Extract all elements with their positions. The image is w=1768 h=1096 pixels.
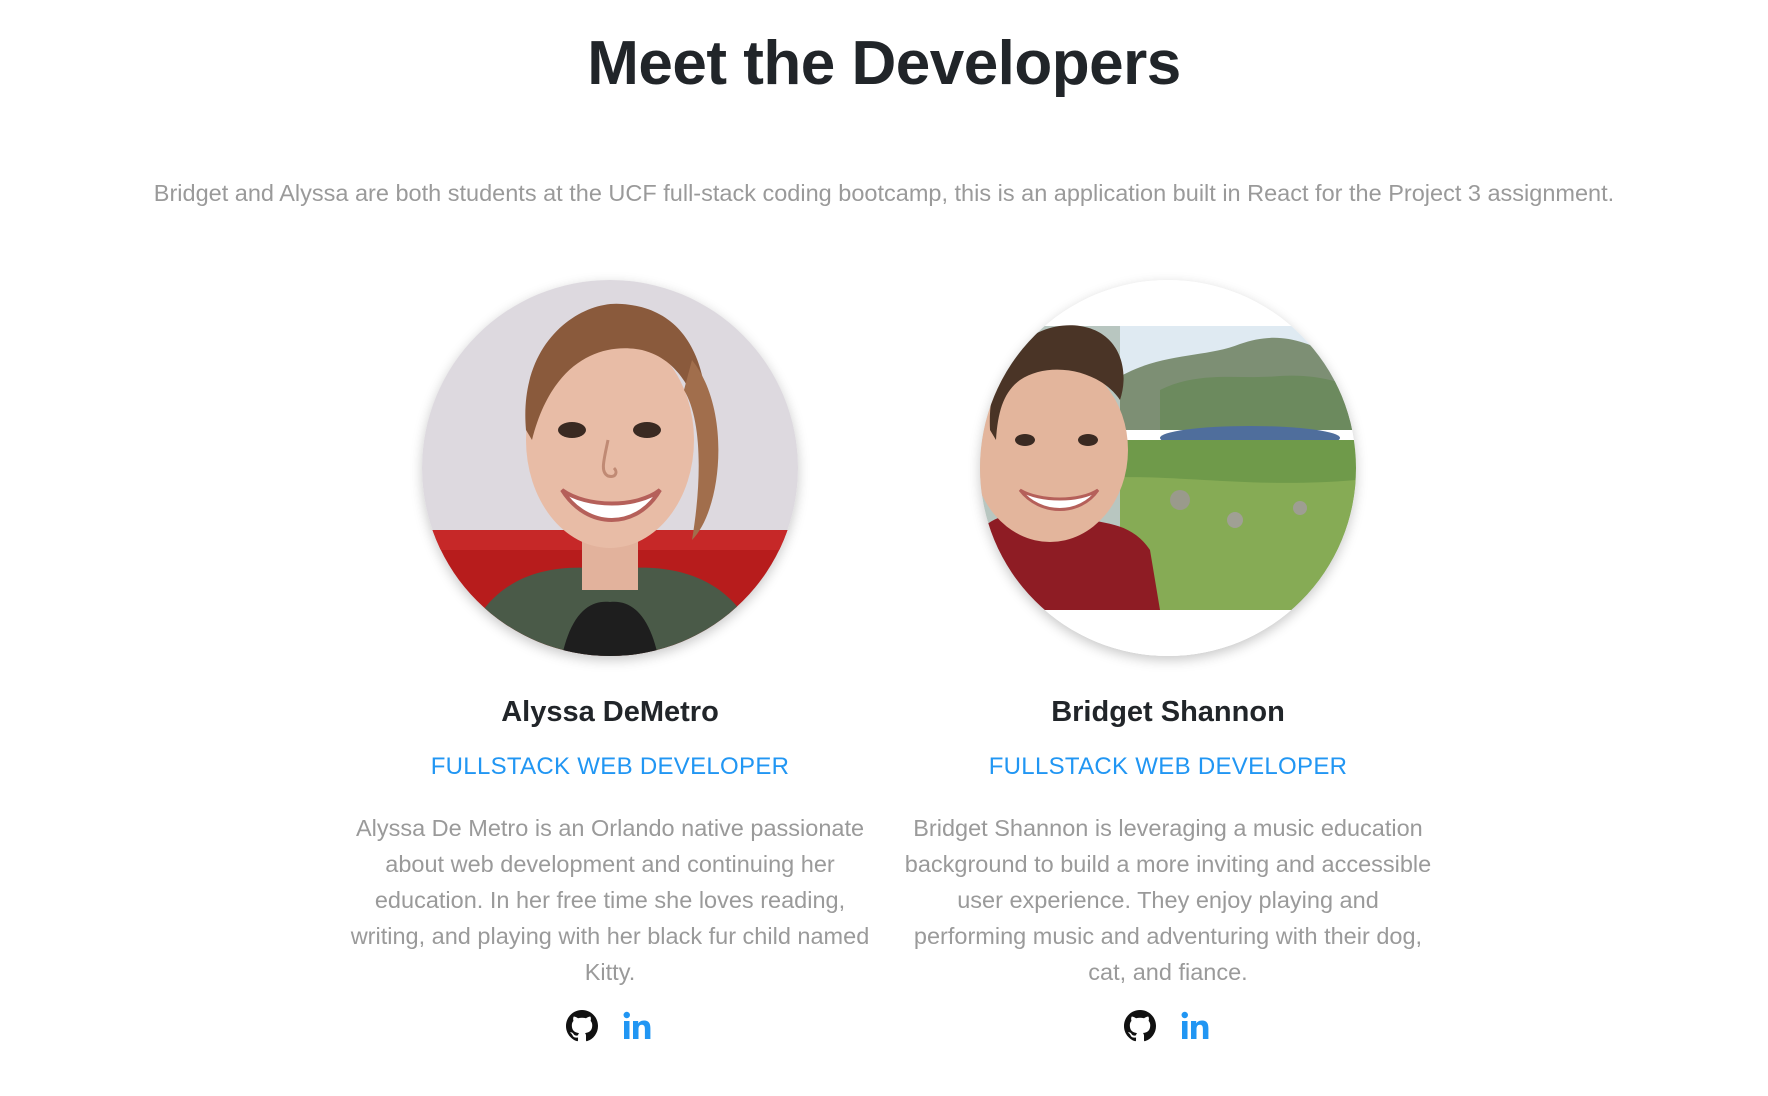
- avatar: [980, 280, 1356, 656]
- avatar: [422, 280, 798, 656]
- linkedin-icon: [1181, 1011, 1209, 1039]
- linkedin-link[interactable]: [1180, 1010, 1212, 1042]
- developer-name: Bridget Shannon: [1051, 696, 1285, 728]
- intro-text: Bridget and Alyssa are both students at …: [153, 180, 1615, 206]
- developer-role: FULLSTACK WEB DEVELOPER: [988, 753, 1348, 780]
- developers-page: Meet the Developers Bridget and Alyssa a…: [0, 0, 1768, 1096]
- developer-bio: Alyssa De Metro is an Orlando native pas…: [350, 815, 870, 985]
- page-title: Meet the Developers: [587, 29, 1181, 98]
- linkedin-icon: [623, 1011, 651, 1039]
- developer-bio: Bridget Shannon is leveraging a music ed…: [904, 815, 1432, 985]
- developer-card-bridget: Bridget Shannon FULLSTACK WEB DEVELOPER …: [888, 280, 1448, 1042]
- social-links: [330, 1010, 890, 1042]
- github-link[interactable]: [1124, 1010, 1156, 1042]
- linkedin-link[interactable]: [622, 1010, 654, 1042]
- developer-name: Alyssa DeMetro: [501, 696, 719, 728]
- profile-photo: [422, 280, 798, 656]
- social-links: [888, 1010, 1448, 1042]
- github-icon: [1124, 1010, 1156, 1042]
- github-icon: [566, 1010, 598, 1042]
- developer-card-alyssa: Alyssa DeMetro FULLSTACK WEB DEVELOPER A…: [330, 280, 890, 1042]
- profile-photo: [980, 280, 1356, 656]
- github-link[interactable]: [566, 1010, 598, 1042]
- developer-role: FULLSTACK WEB DEVELOPER: [430, 753, 790, 780]
